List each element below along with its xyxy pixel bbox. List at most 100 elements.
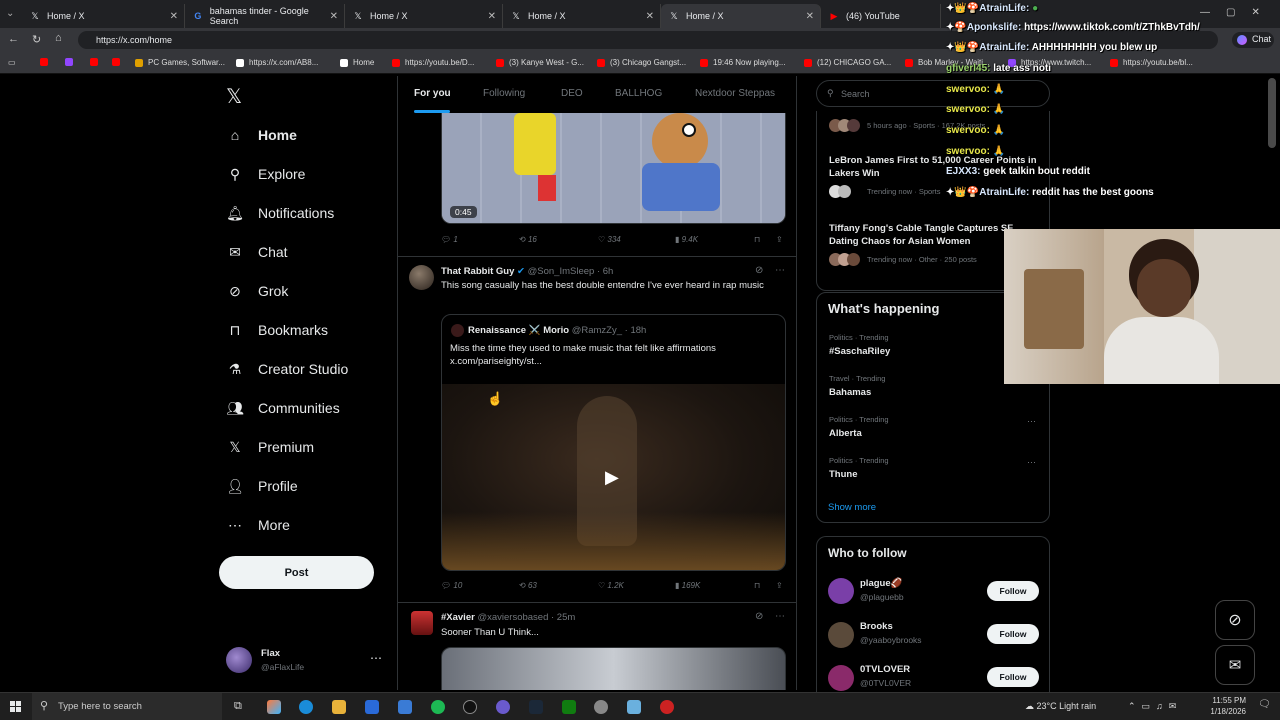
close-icon[interactable]: ✕ bbox=[330, 11, 338, 22]
bookmark-youtube[interactable] bbox=[40, 58, 53, 66]
copilot-icon[interactable] bbox=[267, 700, 281, 714]
messages-float-button[interactable]: ✉ bbox=[1215, 645, 1255, 685]
nav-item-chat[interactable]: ✉ Chat bbox=[226, 243, 287, 261]
spotify-icon[interactable] bbox=[431, 700, 445, 714]
system-tray-icons[interactable]: ⌃▭♫✉ bbox=[1128, 701, 1182, 712]
avatar[interactable] bbox=[828, 622, 854, 648]
tweet-time[interactable]: · 6h bbox=[597, 266, 613, 277]
grok-icon[interactable]: ⊘ bbox=[755, 611, 763, 622]
obs-icon[interactable] bbox=[496, 700, 510, 714]
avatar[interactable] bbox=[828, 578, 854, 604]
nav-item-communities[interactable]: 👥︎ Communities bbox=[226, 399, 340, 417]
reload-icon[interactable]: ↻ bbox=[32, 33, 41, 46]
bookmark-item[interactable]: PC Games, Softwar... bbox=[135, 58, 225, 67]
grok-float-button[interactable]: ⊘ bbox=[1215, 600, 1255, 640]
bookmark-button[interactable]: ⊓ bbox=[754, 235, 760, 244]
follow-name[interactable]: plague🏈 bbox=[860, 578, 902, 589]
more-icon[interactable]: ⋯ bbox=[775, 265, 785, 276]
bookmark-item[interactable]: https://x.com/AB8... bbox=[236, 58, 318, 67]
bookmark-item[interactable]: https://youtu.be/bl... bbox=[1110, 58, 1193, 67]
notifications-icon[interactable]: 🗨 bbox=[1258, 699, 1271, 710]
quoted-tweet[interactable]: Renaissance ⚔️ Morio @RamzZy_ · 18h Miss… bbox=[441, 314, 786, 571]
steam-icon[interactable] bbox=[529, 700, 543, 714]
app-icon[interactable] bbox=[463, 700, 477, 714]
bookmark-item[interactable]: (3) Chicago Gangst... bbox=[597, 58, 686, 67]
views-button[interactable]: ▮ 169K bbox=[675, 581, 700, 590]
share-button[interactable]: ⇪ bbox=[776, 235, 783, 244]
author-handle[interactable]: @Son_ImSleep bbox=[528, 266, 595, 277]
tab-search-icon[interactable]: ⌄ bbox=[6, 8, 14, 19]
taskbar-search-input[interactable]: ⚲ Type here to search bbox=[32, 693, 222, 720]
trend-item[interactable]: #SaschaRiley bbox=[829, 346, 890, 357]
tab-following[interactable]: Following bbox=[483, 88, 525, 99]
nav-item-home[interactable]: ⌂ Home bbox=[226, 126, 297, 144]
bookmark-item[interactable]: Home bbox=[340, 58, 374, 67]
reply-button[interactable]: 💬︎ 1 bbox=[441, 235, 458, 244]
follow-button[interactable]: Follow bbox=[987, 624, 1039, 644]
tab-nextdoor-steppas[interactable]: Nextdoor Steppas bbox=[695, 88, 775, 99]
repost-button[interactable]: ⟲ 63 bbox=[519, 581, 537, 590]
nav-item-premium[interactable]: 𝕏 Premium bbox=[226, 438, 314, 456]
bookmark-item[interactable]: (12) CHICAGO GA... bbox=[804, 58, 891, 67]
reply-button[interactable]: 💬︎ 10 bbox=[441, 581, 462, 590]
app-icon[interactable] bbox=[627, 700, 641, 714]
tweet-image[interactable] bbox=[441, 647, 786, 690]
page-scrollbar[interactable] bbox=[1268, 78, 1276, 148]
author-name[interactable]: #Xavier bbox=[441, 612, 475, 623]
bookmark-youtube[interactable] bbox=[90, 58, 103, 66]
task-view-icon[interactable]: ⧉ bbox=[234, 700, 248, 714]
more-icon[interactable]: ⋯ bbox=[775, 611, 785, 622]
bookmark-youtube[interactable] bbox=[112, 58, 125, 66]
home-icon[interactable]: ⌂ bbox=[55, 32, 62, 44]
back-icon[interactable]: ← bbox=[8, 33, 19, 45]
store-icon[interactable] bbox=[365, 700, 379, 714]
follow-button[interactable]: Follow bbox=[987, 667, 1039, 687]
browser-tab[interactable]: 𝕏 Home / X ✕ bbox=[22, 4, 185, 28]
avatar[interactable] bbox=[411, 611, 433, 635]
grok-icon[interactable]: ⊘ bbox=[755, 265, 763, 276]
close-icon[interactable]: ✕ bbox=[488, 11, 496, 22]
app-icon[interactable] bbox=[594, 700, 608, 714]
nav-item-more[interactable]: ⋯ More bbox=[226, 516, 290, 534]
share-button[interactable]: ⇪ bbox=[776, 581, 783, 590]
trend-item[interactable]: Thune bbox=[829, 469, 858, 480]
close-icon[interactable]: ✕ bbox=[170, 11, 178, 22]
post-button[interactable]: Post bbox=[219, 556, 374, 589]
nav-item-notifications[interactable]: 🔔︎ Notifications bbox=[226, 204, 334, 222]
file-explorer-icon[interactable] bbox=[332, 700, 346, 714]
nav-item-profile[interactable]: 👤︎ Profile bbox=[226, 477, 298, 495]
search-input[interactable]: ⚲ Search bbox=[816, 80, 1050, 107]
windows-start-icon[interactable] bbox=[10, 701, 22, 713]
bookmark-twitch[interactable] bbox=[65, 58, 78, 66]
clock[interactable]: 11:55 PM 1/18/2026 bbox=[1204, 696, 1246, 716]
browser-tab[interactable]: ▶ (46) YouTube bbox=[821, 4, 941, 28]
weather-widget[interactable]: ☁ 23°C Light rain bbox=[1025, 701, 1096, 712]
xbox-icon[interactable] bbox=[562, 700, 576, 714]
bookmark-item[interactable]: (3) Kanye West - G... bbox=[496, 58, 584, 67]
nav-item-creator-studio[interactable]: ⚗ Creator Studio bbox=[226, 360, 349, 378]
nav-item-grok[interactable]: ⊘ Grok bbox=[226, 282, 288, 300]
more-icon[interactable]: ⋯ bbox=[1027, 416, 1036, 427]
edge-icon[interactable] bbox=[299, 700, 313, 714]
app-icon[interactable] bbox=[660, 700, 674, 714]
browser-tab[interactable]: 𝕏 Home / X ✕ bbox=[503, 4, 661, 28]
apps-icon[interactable]: ▭ bbox=[8, 58, 16, 67]
bookmark-button[interactable]: ⊓ bbox=[754, 581, 760, 590]
follow-name[interactable]: Brooks bbox=[860, 621, 893, 632]
bookmark-item[interactable]: 19:46 Now playing... bbox=[700, 58, 786, 67]
author-handle[interactable]: @xaviersobased bbox=[477, 612, 548, 623]
follow-button[interactable]: Follow bbox=[987, 581, 1039, 601]
tweet-time[interactable]: · 25m bbox=[551, 612, 575, 623]
browser-tab[interactable]: 𝕏 Home / X ✕ bbox=[345, 4, 503, 28]
follow-name[interactable]: 0TVLOVER bbox=[860, 664, 910, 675]
trend-item[interactable]: Bahamas bbox=[829, 387, 871, 398]
trend-item[interactable]: Alberta bbox=[829, 428, 862, 439]
more-icon[interactable]: ⋯ bbox=[370, 651, 382, 665]
nav-item-bookmarks[interactable]: ⊓ Bookmarks bbox=[226, 321, 329, 339]
like-button[interactable]: ♡ 1.2K bbox=[598, 581, 624, 590]
tab-ballhog[interactable]: BALLHOG bbox=[615, 88, 662, 99]
close-icon[interactable]: ✕ bbox=[806, 11, 814, 22]
avatar[interactable] bbox=[409, 265, 434, 290]
window-controls[interactable]: —▢✕ bbox=[1200, 7, 1276, 18]
bookmark-item[interactable]: https://youtu.be/D... bbox=[392, 58, 474, 67]
